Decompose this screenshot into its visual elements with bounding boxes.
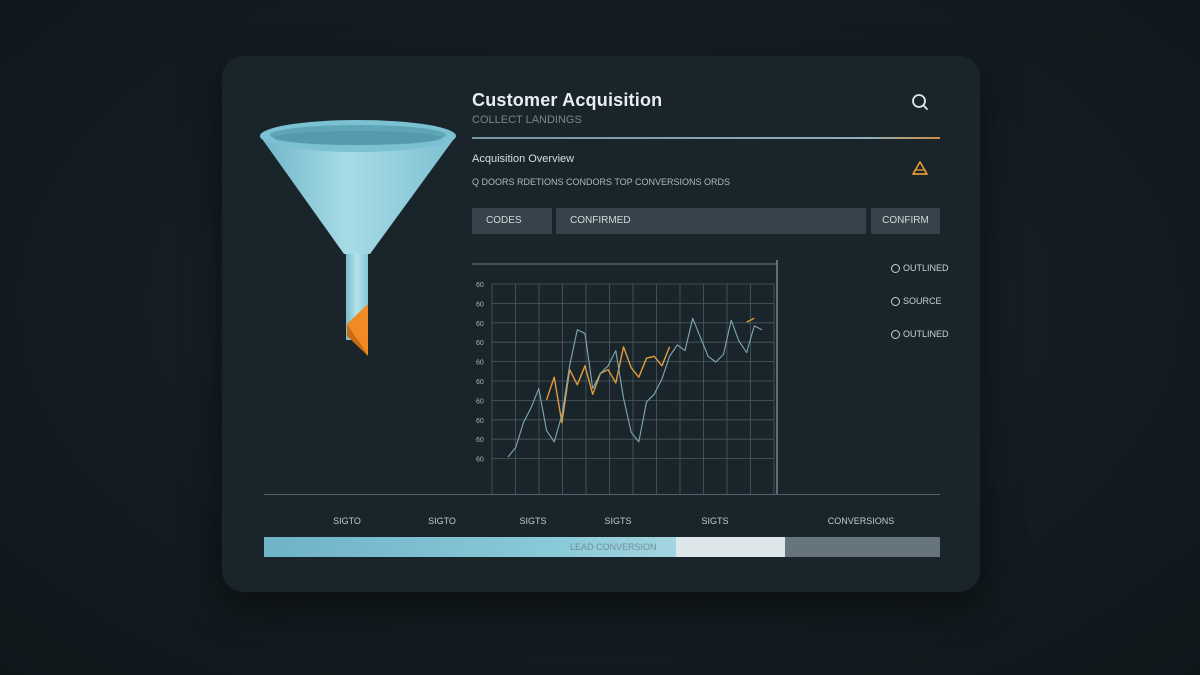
y-tick-label: 60 <box>476 340 484 347</box>
legend-item-source[interactable]: SOURCE <box>891 296 942 310</box>
bucket-label: SIGTO <box>333 516 361 526</box>
section-title: Acquisition Overview <box>472 153 575 165</box>
radio-icon <box>891 264 900 274</box>
series-line-2 <box>507 317 763 458</box>
line-chart: 60 60 60 60 60 60 60 60 60 60 <box>472 260 778 494</box>
legend-item-outlined-2[interactable]: OUTLINED <box>891 329 949 343</box>
legend-label: SOURCE <box>903 296 942 306</box>
bucket-label: CONVERSIONS <box>827 516 895 526</box>
page-title: Customer Acquisition <box>472 90 663 110</box>
y-tick-label: 60 <box>476 301 484 308</box>
search-button[interactable] <box>909 91 931 113</box>
section-description: Q DOORS RDETIONS CONDORS TOP CONVERSIONS… <box>472 177 731 187</box>
legend-label: OUTLINED <box>903 329 949 339</box>
y-tick-label: 60 <box>476 437 484 444</box>
page-subtitle: COLLECT LANDINGS <box>472 114 582 126</box>
y-tick-label: 60 <box>476 457 484 464</box>
funnel-icon <box>260 120 456 356</box>
y-tick-label: 60 <box>476 282 484 289</box>
bucket-label: SIGTO <box>428 516 456 526</box>
radio-icon <box>891 297 900 307</box>
bucket-label: SIGTS <box>604 516 632 526</box>
bucket-label: SIGTS <box>701 516 729 526</box>
tab-confirm[interactable]: CONFIRM <box>871 208 940 234</box>
y-tick-label: 60 <box>476 321 484 328</box>
legend-label: OUTLINED <box>903 263 949 273</box>
y-tick-label: 60 <box>476 379 484 386</box>
y-tick-label: 60 <box>476 360 484 367</box>
bucket-label: SIGTS <box>519 516 547 526</box>
y-tick-label: 60 <box>476 418 484 425</box>
section-divider <box>264 494 940 495</box>
progress-fill-secondary <box>676 537 785 557</box>
y-tick-label: 60 <box>476 398 484 405</box>
header-divider <box>472 137 940 139</box>
alert-icon[interactable] <box>912 161 928 175</box>
legend-item-outlined-1[interactable]: OUTLINED <box>891 263 949 277</box>
search-icon <box>912 94 928 110</box>
progress-label: LEAD CONVERSION <box>570 542 657 552</box>
series-line-1 <box>545 317 755 424</box>
radio-icon <box>891 330 900 340</box>
tab-confirmed[interactable]: CONFIRMED <box>556 208 866 234</box>
tab-codes[interactable]: CODES <box>472 208 552 234</box>
